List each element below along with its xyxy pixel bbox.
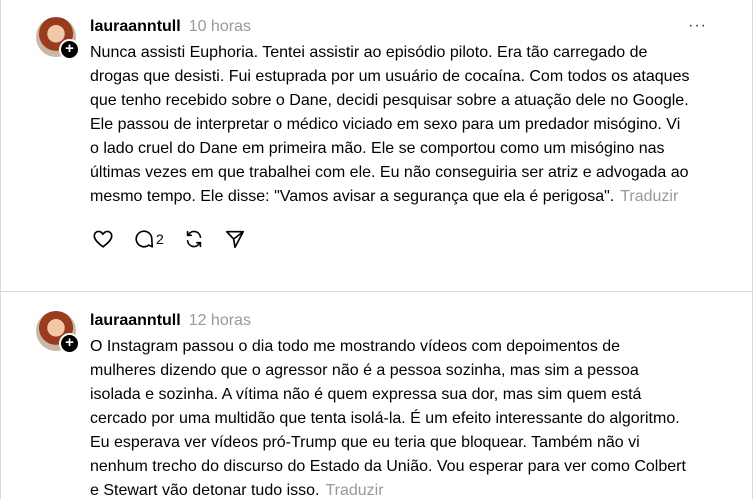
avatar[interactable]: + — [36, 311, 80, 354]
post-body: O Instagram passou o dia todo me mostran… — [90, 338, 686, 499]
post-text: O Instagram passou o dia todo me mostran… — [90, 335, 690, 499]
plus-icon[interactable]: + — [59, 333, 80, 354]
username[interactable]: lauraanntull — [90, 312, 181, 329]
post-timestamp: 12 horas — [188, 312, 251, 329]
post-header: lauraanntull 12 horas — [90, 311, 712, 331]
post: + lauraanntull 12 horas O Instagram passo… — [1, 0, 752, 499]
threads-feed: + lauraanntull 10 horas ··· Nunca assisti… — [0, 0, 753, 499]
translate-link[interactable]: Traduzir — [325, 482, 383, 499]
